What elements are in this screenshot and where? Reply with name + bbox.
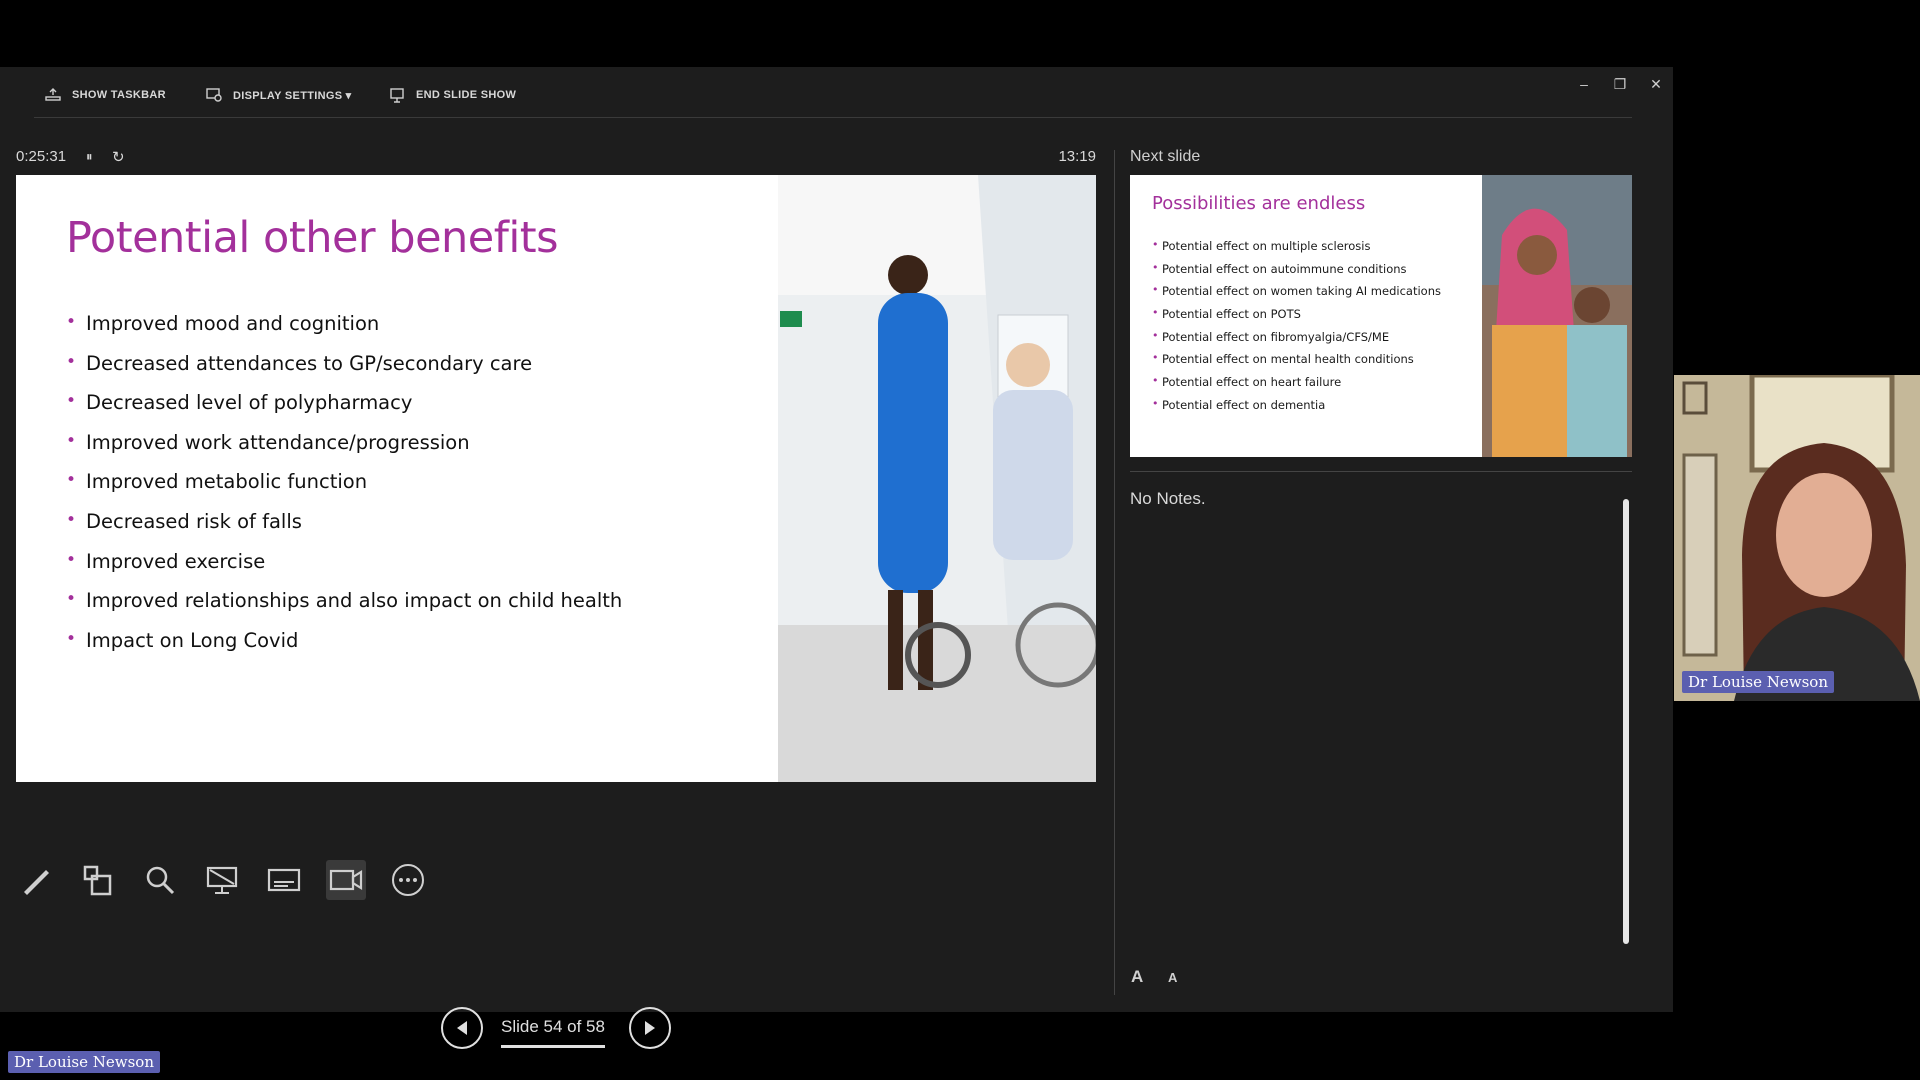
close-button[interactable]: ✕ xyxy=(1642,73,1670,95)
next-bullet-item: Potential effect on dementia xyxy=(1152,397,1441,421)
next-slide-button[interactable] xyxy=(629,1007,671,1049)
slide-bullet-list: Improved mood and cognition Decreased at… xyxy=(66,312,622,668)
next-bullet-item: Potential effect on women taking AI medi… xyxy=(1152,283,1441,307)
presenter-toolbar: SHOW TASKBAR DISPLAY SETTINGS ▾ END SLID… xyxy=(0,67,1673,117)
more-options-tool[interactable] xyxy=(388,860,428,900)
scrollbar-thumb[interactable] xyxy=(1623,499,1629,944)
next-slide-preview[interactable]: Possibilities are endless Potential effe… xyxy=(1130,175,1632,457)
toolbar-divider xyxy=(34,117,1632,118)
timer-row: 0:25:31 ⏸ ↻ 13:19 xyxy=(16,148,1096,172)
bullet-item: Improved relationships and also impact o… xyxy=(66,589,622,629)
slide-counter[interactable]: Slide 54 of 58 xyxy=(501,1017,605,1037)
zoom-tool[interactable] xyxy=(140,860,180,900)
bullet-item: Improved exercise xyxy=(66,550,622,590)
panel-divider xyxy=(1114,150,1115,995)
taskbar-icon xyxy=(45,88,61,101)
show-taskbar-button[interactable]: SHOW TASKBAR xyxy=(44,87,166,103)
slide-progress-bar xyxy=(501,1045,605,1048)
see-all-slides-tool[interactable] xyxy=(78,860,118,900)
next-bullet-item: Potential effect on autoimmune condition… xyxy=(1152,261,1441,285)
bullet-item: Improved metabolic function xyxy=(66,470,622,510)
end-slide-show-label: END SLIDE SHOW xyxy=(416,89,517,101)
nurse-and-patient-photo xyxy=(778,175,1096,782)
next-slide-title: Possibilities are endless xyxy=(1152,193,1366,214)
show-taskbar-label: SHOW TASKBAR xyxy=(72,89,166,101)
current-slide: Potential other benefits Improved mood a… xyxy=(16,175,1096,782)
previous-slide-button[interactable] xyxy=(441,1007,483,1049)
display-settings-icon xyxy=(206,88,222,102)
display-settings-button[interactable]: DISPLAY SETTINGS ▾ xyxy=(205,87,352,103)
notes-scrollbar[interactable] xyxy=(1620,489,1632,956)
bullet-item: Decreased level of polypharmacy xyxy=(66,391,622,431)
next-slide-label: Next slide xyxy=(1130,148,1201,165)
screen-share-name-tag: Dr Louise Newson xyxy=(8,1051,160,1073)
bullet-item: Improved mood and cognition xyxy=(66,312,622,352)
restore-button[interactable]: ❐ xyxy=(1606,73,1634,95)
bullet-item: Decreased risk of falls xyxy=(66,510,622,550)
bullet-item: Improved work attendance/progression xyxy=(66,431,622,471)
decrease-font-icon[interactable]: A xyxy=(1168,970,1177,985)
mother-and-child-photo xyxy=(1482,175,1632,457)
reset-timer-icon[interactable]: ↻ xyxy=(112,148,125,166)
camera-tool[interactable] xyxy=(326,860,366,900)
previous-arrow-icon xyxy=(457,1021,467,1035)
elapsed-timer: 0:25:31 xyxy=(16,148,67,165)
end-slide-show-button[interactable]: END SLIDE SHOW xyxy=(388,87,516,103)
pen-icon xyxy=(24,870,49,895)
zoom-icon xyxy=(146,866,175,895)
next-bullet-item: Potential effect on fibromyalgia/CFS/ME xyxy=(1152,329,1441,353)
display-settings-label: DISPLAY SETTINGS ▾ xyxy=(233,89,352,102)
webcam-name-tag: Dr Louise Newson xyxy=(1682,671,1834,693)
end-show-icon xyxy=(390,88,404,103)
pause-icon[interactable]: ⏸ xyxy=(86,149,93,165)
pen-tool[interactable] xyxy=(16,860,56,900)
next-bullet-item: Potential effect on POTS xyxy=(1152,306,1441,330)
speaker-notes[interactable]: No Notes. xyxy=(1130,489,1206,509)
next-bullet-item: Potential effect on multiple sclerosis xyxy=(1152,238,1441,262)
clock-time: 13:19 xyxy=(1058,148,1096,165)
increase-font-icon[interactable]: A xyxy=(1131,967,1143,987)
notes-divider xyxy=(1130,471,1632,472)
presenter-view-window: SHOW TASKBAR DISPLAY SETTINGS ▾ END SLID… xyxy=(0,67,1673,1049)
black-screen-tool[interactable] xyxy=(202,860,242,900)
next-bullet-item: Potential effect on heart failure xyxy=(1152,374,1441,398)
subtitles-tool[interactable] xyxy=(264,860,304,900)
next-bullet-item: Potential effect on mental health condit… xyxy=(1152,351,1441,375)
next-arrow-icon xyxy=(645,1021,655,1035)
see-all-slides-icon xyxy=(83,865,112,896)
black-screen-icon xyxy=(206,866,238,894)
more-options-icon xyxy=(392,864,424,896)
subtitles-icon xyxy=(267,868,301,892)
slide-navigation: Slide 54 of 58 xyxy=(441,1007,671,1053)
minimize-button[interactable]: – xyxy=(1570,73,1598,95)
slide-title: Potential other benefits xyxy=(66,213,559,263)
bullet-item: Impact on Long Covid xyxy=(66,629,622,669)
participant-video-frame xyxy=(1674,375,1920,701)
camera-icon xyxy=(329,869,363,891)
next-slide-bullet-list: Potential effect on multiple sclerosis P… xyxy=(1152,238,1441,421)
bullet-item: Decreased attendances to GP/secondary ca… xyxy=(66,352,622,392)
participant-video: Dr Louise Newson xyxy=(1674,375,1920,701)
